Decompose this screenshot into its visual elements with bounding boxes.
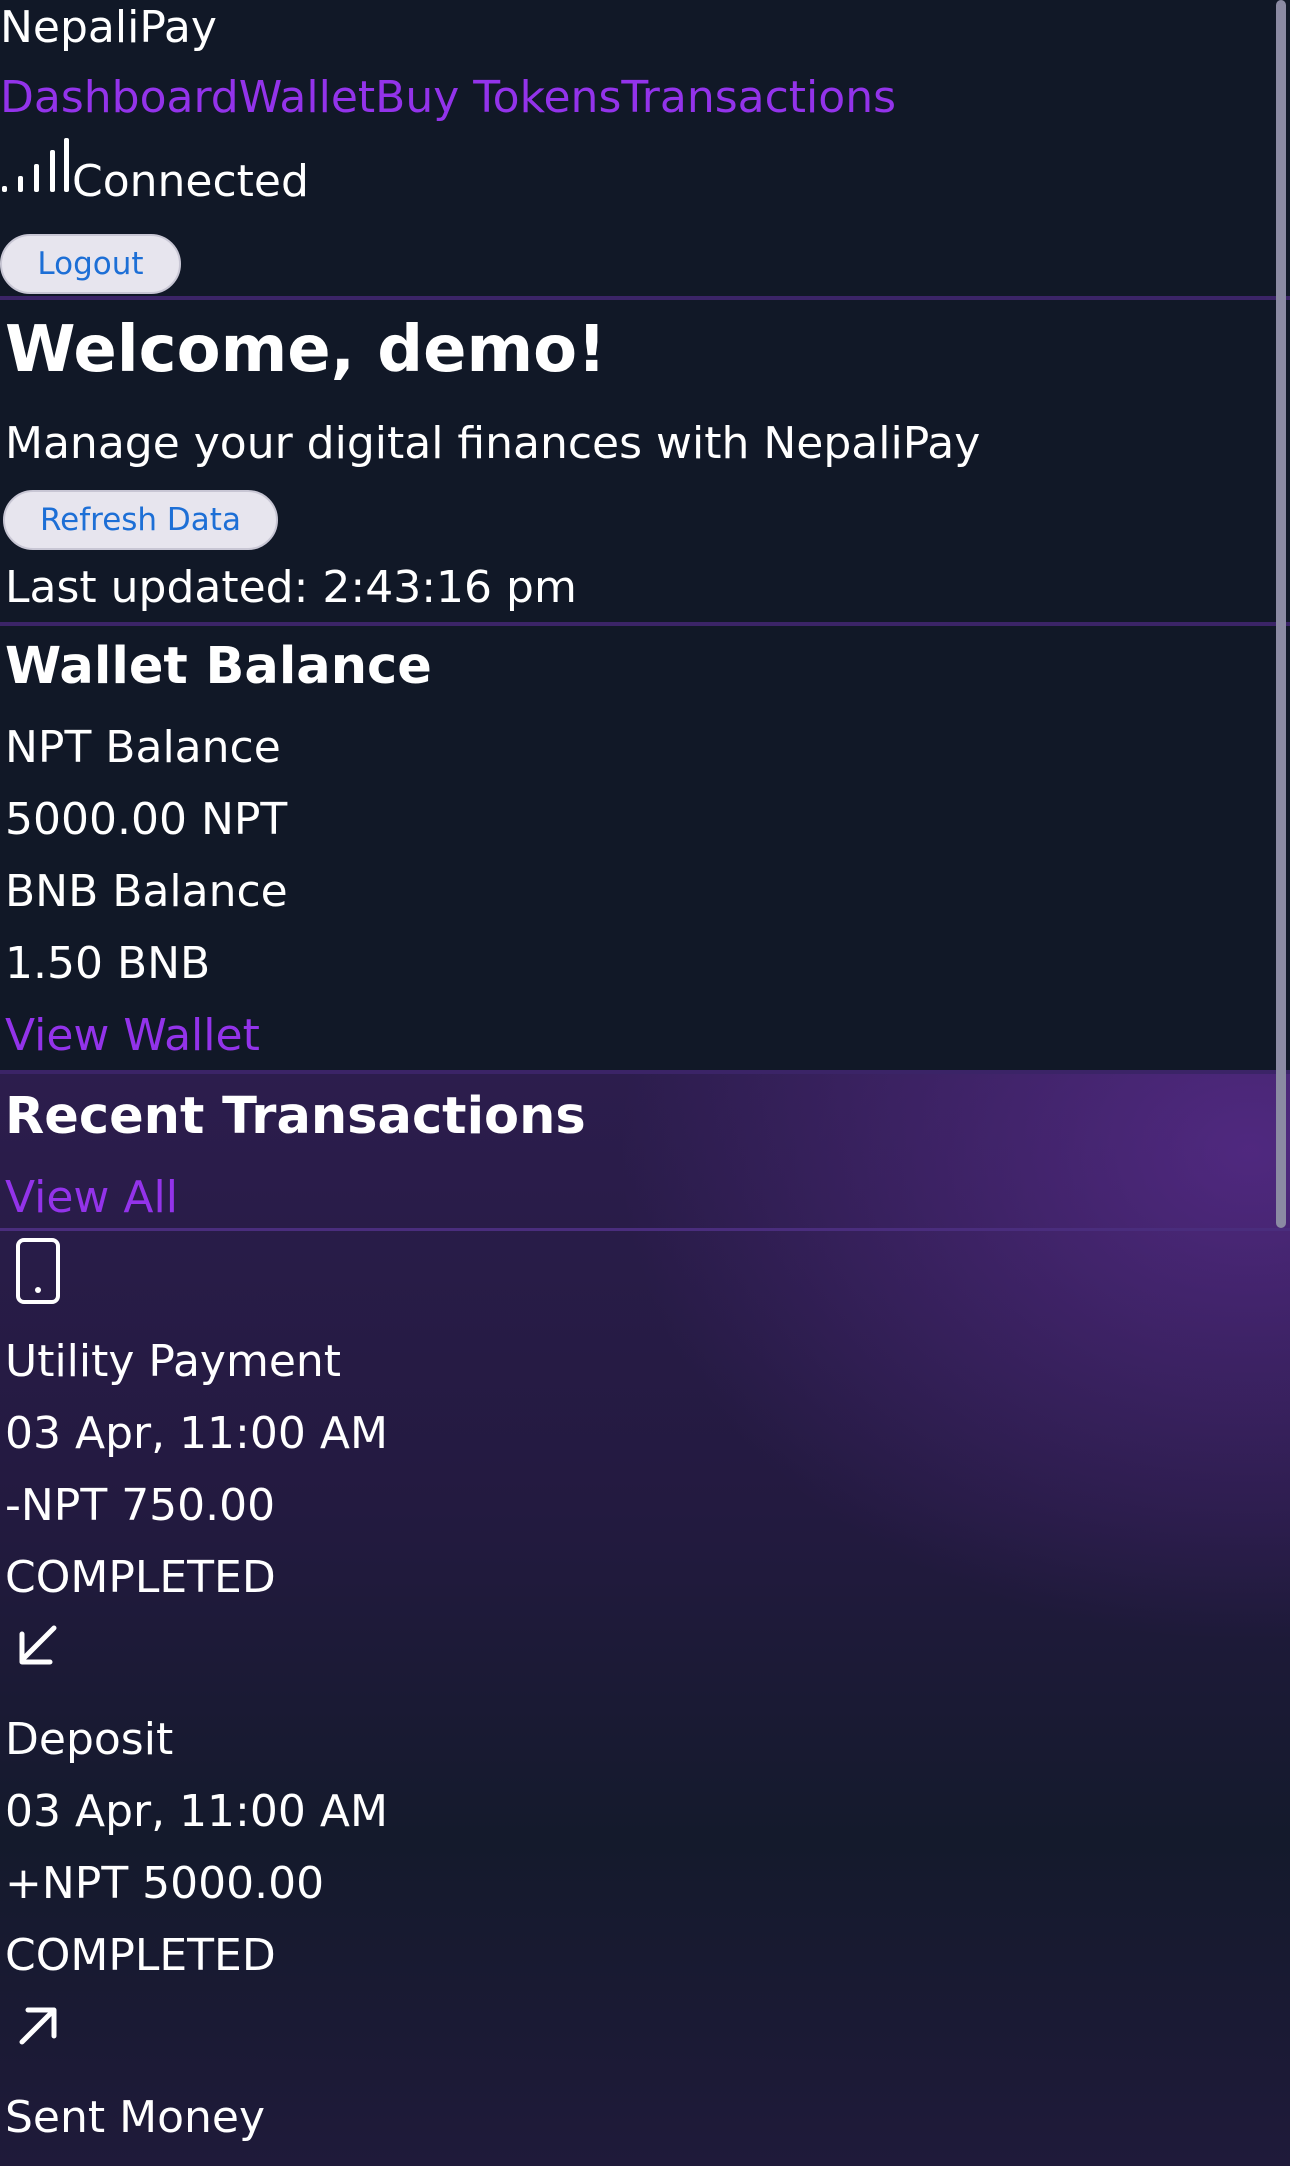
transaction-amount: +NPT 5000.00: [5, 1858, 325, 1909]
transaction-date: 03 Apr, 11:00 AM: [5, 1408, 388, 1459]
transactions-background: [0, 1070, 1290, 2166]
bnb-balance-label: BNB Balance: [5, 866, 288, 917]
bnb-balance-value: 1.50 BNB: [5, 938, 211, 989]
nav-buy-tokens[interactable]: Buy Tokens: [375, 72, 621, 123]
npt-balance-label: NPT Balance: [5, 722, 281, 773]
welcome-subtitle: Manage your digital finances with Nepali…: [5, 418, 981, 469]
arrow-down-left-icon: [19, 1625, 57, 1665]
scrollbar[interactable]: [1276, 0, 1286, 1228]
nav-wallet[interactable]: Wallet: [239, 72, 375, 123]
logout-button[interactable]: Logout: [0, 234, 181, 294]
refresh-data-button[interactable]: Refresh Data: [3, 490, 278, 550]
recent-transactions-title: Recent Transactions: [5, 1087, 586, 1146]
nav-dashboard[interactable]: Dashboard: [0, 72, 239, 123]
wallet-balance-title: Wallet Balance: [5, 637, 432, 696]
divider: [0, 1228, 1290, 1231]
transaction-name: Sent Money: [5, 2092, 266, 2143]
transaction-date: 03 Apr, 11:00 AM: [5, 1786, 388, 1837]
connection-label: Connected: [72, 156, 309, 207]
last-updated: Last updated: 2:43:16 pm: [5, 562, 577, 613]
phone-icon: [16, 1238, 60, 1304]
transaction-name: Utility Payment: [5, 1336, 342, 1387]
brand-logo-text: NepaliPay: [0, 2, 217, 53]
signal-icon: [2, 138, 69, 192]
npt-balance-value: 5000.00 NPT: [5, 794, 288, 845]
transaction-status: COMPLETED: [5, 1930, 276, 1981]
connection-status: Connected: [0, 138, 309, 210]
nav-transactions[interactable]: Transactions: [621, 72, 896, 123]
main-nav: DashboardWalletBuy TokensTransactions: [0, 70, 896, 126]
transaction-name: Deposit: [5, 1714, 174, 1765]
arrow-up-right-icon: [19, 2007, 57, 2045]
transaction-status: COMPLETED: [5, 1552, 276, 1603]
view-all-link[interactable]: View All: [5, 1170, 178, 1226]
transaction-amount: -NPT 750.00: [5, 1480, 276, 1531]
view-wallet-link[interactable]: View Wallet: [5, 1008, 260, 1064]
page-title: Welcome, demo!: [5, 313, 607, 387]
